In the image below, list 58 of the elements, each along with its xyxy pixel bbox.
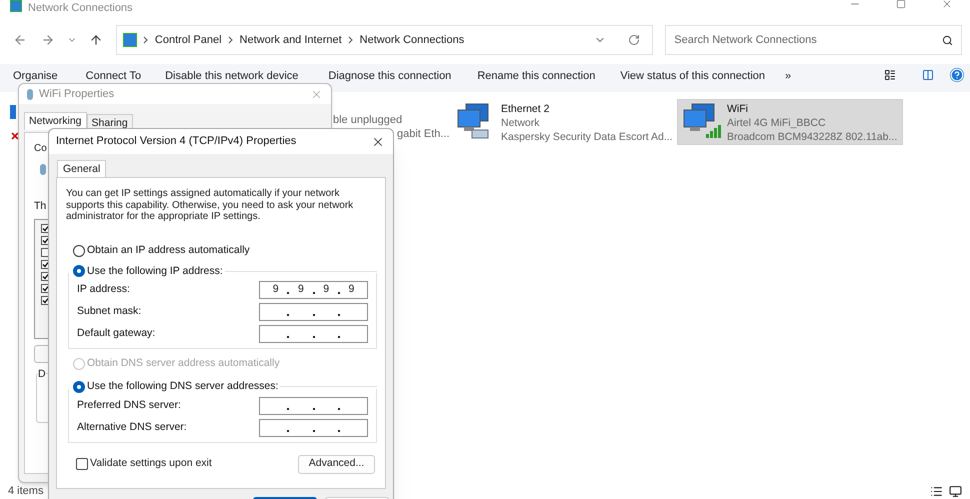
refresh-icon[interactable] — [628, 34, 640, 46]
breadcrumb-item[interactable]: Control Panel — [154, 32, 222, 48]
up-arrow-icon — [88, 33, 103, 47]
network-connection-item[interactable]: WiFi Airtel 4G MiFi_BBCC Broadcom BCM943228Z 802.11ab... — [677, 99, 903, 145]
network-connection-item[interactable]: Ethernet 2 Network Kaspersky Security Data Escort Ad... — [451, 99, 677, 145]
connection-detail: ble unplugged — [333, 113, 404, 127]
close-icon — [941, 0, 953, 10]
view-options-icon[interactable] — [884, 69, 896, 81]
preview-pane-icon[interactable] — [922, 69, 934, 81]
search-field[interactable]: Search Network Connections — [665, 25, 962, 55]
toolbar-item[interactable]: Organise — [13, 68, 58, 84]
radio-button[interactable] — [73, 380, 85, 393]
connection-detail: gabit Eth... — [397, 127, 451, 141]
ip-address-field[interactable]: 9 9 9 9 — [259, 281, 368, 300]
help-icon[interactable] — [950, 68, 964, 82]
radio-label: Use the following IP address: — [87, 264, 223, 279]
window-title: Network Connections — [28, 1, 133, 16]
toolbar-item[interactable]: » — [785, 68, 792, 84]
description-text: You can get IP settings assigned automatically if your network supports this capability. Otherwise, you need to ask your network administrator for the appropriate IP settings. — [66, 188, 354, 223]
toolbar-item[interactable]: Disable this network device — [165, 68, 298, 84]
field-label: Subnet mask: — [77, 304, 142, 320]
chevron-icon — [348, 36, 354, 44]
maximize-icon — [896, 0, 906, 9]
checkbox-label: Validate settings upon exit — [90, 456, 212, 472]
details-view-icon[interactable] — [930, 484, 943, 498]
radio-label: Obtain DNS server address automatically — [87, 356, 280, 372]
breadcrumb-item[interactable]: Network and Internet — [240, 32, 342, 48]
toolbar-item[interactable]: Rename this connection — [477, 68, 596, 84]
error-x-icon — [10, 131, 20, 141]
radio-button[interactable] — [73, 265, 85, 278]
field-label: Default gateway: — [77, 326, 156, 342]
item-count: 4 items — [8, 484, 44, 499]
dialog-title: Internet Protocol Version 4 (TCP/IPv4) Properties — [56, 134, 298, 150]
section-label: Co — [34, 142, 47, 156]
dialog-title: WiFi Properties — [39, 86, 116, 102]
toolbar-item[interactable]: Connect To — [86, 68, 142, 84]
field-label: IP address: — [77, 282, 130, 298]
chevron-icon — [142, 36, 149, 44]
breadcrumb-item[interactable]: Network Connections — [360, 32, 464, 48]
network-app-icon — [10, 0, 22, 12]
radio-label: Obtain an IP address automatically — [87, 242, 250, 258]
tiles-view-icon[interactable] — [949, 484, 962, 498]
ip-address-field[interactable] — [259, 396, 368, 415]
section-label: Th — [34, 199, 46, 214]
network-app-icon — [122, 33, 137, 47]
advanced-button[interactable]: Advanced... — [298, 454, 375, 474]
dialog-tab[interactable]: Networking — [24, 112, 87, 130]
radio-button[interactable] — [73, 244, 85, 257]
toolbar-item[interactable]: Diagnose this connection — [328, 68, 452, 84]
ip-address-field[interactable] — [259, 418, 368, 437]
ip-address-field[interactable] — [259, 325, 368, 344]
ip-address-field[interactable] — [259, 303, 368, 322]
dialog-tab[interactable]: General — [57, 160, 106, 178]
search-icon — [942, 34, 953, 46]
toolbar-item[interactable]: View status of this connection — [620, 68, 766, 84]
address-bar[interactable]: Control Panel Network and Internet Network Connections — [116, 25, 654, 55]
validate-checkbox[interactable] — [76, 458, 88, 470]
chevron-icon — [228, 36, 234, 44]
